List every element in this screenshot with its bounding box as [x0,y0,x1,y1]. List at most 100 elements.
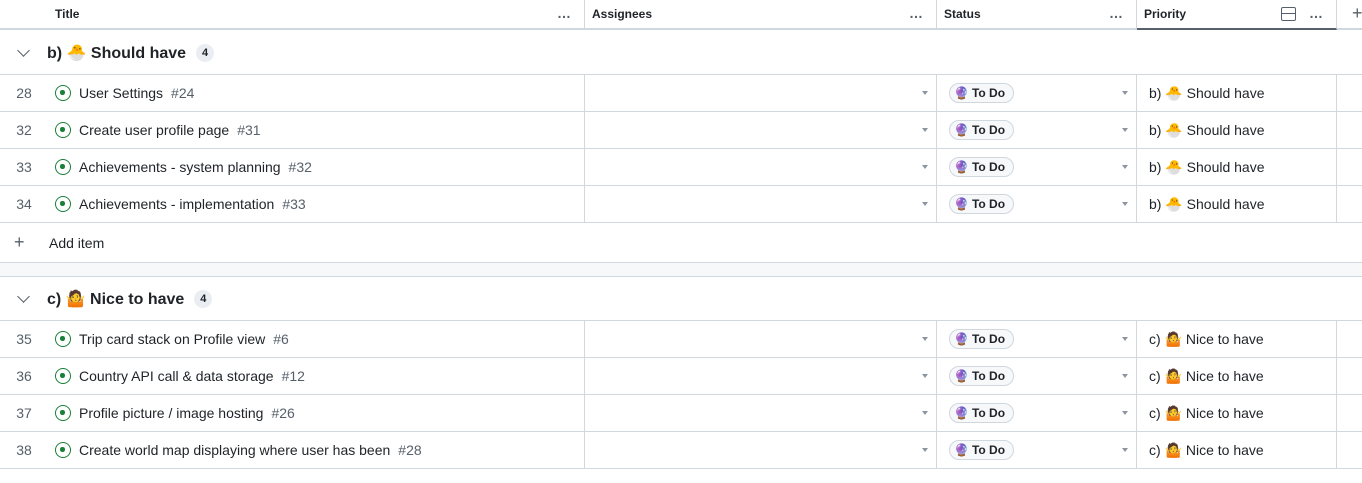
row-number: 36 [16,368,32,384]
add-column-icon[interactable]: + [1352,3,1362,24]
title-cell[interactable]: User Settings #24 [48,75,585,111]
assignees-cell[interactable] [585,432,937,468]
issue-number[interactable]: #6 [273,331,289,347]
column-menu-icon[interactable]: … [909,5,924,21]
dropdown-caret-icon[interactable] [922,202,928,206]
status-cell[interactable]: 🔮 To Do [937,112,1137,148]
column-menu-icon[interactable]: … [1309,5,1324,21]
status-cell[interactable]: 🔮 To Do [937,149,1137,185]
issue-number[interactable]: #31 [237,122,260,138]
table-row[interactable]: 32 Create user profile page #31 🔮 To Do b)… [0,112,1362,149]
priority-cell[interactable]: c) 🤷 Nice to have [1137,395,1337,431]
add-item-row[interactable]: + Add item [0,223,1362,263]
priority-cell[interactable]: b) 🐣 Should have [1137,186,1337,222]
priority-label: b) 🐣 Should have [1149,121,1265,138]
title-cell[interactable]: Trip card stack on Profile view #6 [48,321,585,357]
add-item-button[interactable]: Add item [49,235,104,251]
column-header-priority[interactable]: Priority … [1137,0,1337,30]
title-cell[interactable]: Create user profile page #31 [48,112,585,148]
assignees-cell[interactable] [585,75,937,111]
chevron-down-icon[interactable] [17,44,30,57]
priority-cell[interactable]: b) 🐣 Should have [1137,149,1337,185]
priority-label: c) 🤷 Nice to have [1149,330,1264,347]
dropdown-caret-icon[interactable] [922,411,928,415]
table-row[interactable]: 33 Achievements - system planning #32 🔮 To… [0,149,1362,186]
assignees-cell[interactable] [585,186,937,222]
status-cell[interactable]: 🔮 To Do [937,186,1137,222]
issue-number[interactable]: #12 [282,368,305,384]
priority-cell[interactable]: b) 🐣 Should have [1137,112,1337,148]
status-cell[interactable]: 🔮 To Do [937,75,1137,111]
column-header-title[interactable]: Title … [48,0,585,28]
crystal-ball-icon: 🔮 [954,332,969,346]
group-header-nice-to-have[interactable]: c) 🤷 Nice to have 4 [0,277,1362,321]
table-row[interactable]: 36 Country API call & data storage #12 🔮 T… [0,358,1362,395]
issue-number[interactable]: #24 [171,85,194,101]
group-by-icon[interactable] [1281,7,1296,21]
table-row[interactable]: 34 Achievements - implementation #33 🔮 To … [0,186,1362,223]
table-row[interactable]: 28 User Settings #24 🔮 To Do b) 🐣 Should h… [0,75,1362,112]
issue-title[interactable]: Profile picture / image hosting [79,405,263,421]
issue-title[interactable]: Trip card stack on Profile view [79,331,265,347]
title-cell[interactable]: Achievements - implementation #33 [48,186,585,222]
assignees-cell[interactable] [585,112,937,148]
title-cell[interactable]: Profile picture / image hosting #26 [48,395,585,431]
title-cell[interactable]: Achievements - system planning #32 [48,149,585,185]
dropdown-caret-icon[interactable] [1122,374,1128,378]
table-row[interactable]: 38 Create world map displaying where use… [0,432,1362,469]
title-cell[interactable]: Country API call & data storage #12 [48,358,585,394]
issue-title[interactable]: User Settings [79,85,163,101]
dropdown-caret-icon[interactable] [1122,448,1128,452]
dropdown-caret-icon[interactable] [922,128,928,132]
priority-cell[interactable]: c) 🤷 Nice to have [1137,432,1337,468]
assignees-cell[interactable] [585,358,937,394]
issue-opened-icon [55,368,71,384]
group-count-badge: 4 [196,43,215,62]
dropdown-caret-icon[interactable] [1122,411,1128,415]
issue-number[interactable]: #28 [398,442,421,458]
dropdown-caret-icon[interactable] [1122,202,1128,206]
issue-opened-icon [55,331,71,347]
issue-title[interactable]: Create user profile page [79,122,229,138]
dropdown-caret-icon[interactable] [1122,165,1128,169]
issue-title[interactable]: Create world map displaying where user h… [79,442,390,458]
status-cell[interactable]: 🔮 To Do [937,395,1137,431]
status-cell[interactable]: 🔮 To Do [937,432,1137,468]
dropdown-caret-icon[interactable] [922,337,928,341]
issue-title[interactable]: Achievements - implementation [79,196,274,212]
dropdown-caret-icon[interactable] [1122,337,1128,341]
status-badge: 🔮 To Do [949,83,1015,103]
priority-cell[interactable]: c) 🤷 Nice to have [1137,358,1337,394]
issue-number[interactable]: #26 [271,405,294,421]
priority-cell[interactable]: c) 🤷 Nice to have [1137,321,1337,357]
assignees-cell[interactable] [585,149,937,185]
table-row[interactable]: 35 Trip card stack on Profile view #6 🔮 To… [0,321,1362,358]
assignees-cell[interactable] [585,321,937,357]
issue-title[interactable]: Achievements - system planning [79,159,281,175]
assignees-cell[interactable] [585,395,937,431]
plus-icon[interactable]: + [14,232,25,253]
issue-title[interactable]: Country API call & data storage [79,368,274,384]
table-row[interactable]: 37 Profile picture / image hosting #26 🔮 T… [0,395,1362,432]
group-header-should-have[interactable]: b) 🐣 Should have 4 [0,31,1362,75]
issue-number[interactable]: #33 [282,196,305,212]
column-menu-icon[interactable]: … [557,5,572,21]
dropdown-caret-icon[interactable] [922,165,928,169]
status-cell[interactable]: 🔮 To Do [937,358,1137,394]
status-cell[interactable]: 🔮 To Do [937,321,1137,357]
priority-cell[interactable]: b) 🐣 Should have [1137,75,1337,111]
dropdown-caret-icon[interactable] [1122,128,1128,132]
dropdown-caret-icon[interactable] [922,448,928,452]
status-badge: 🔮 To Do [949,329,1015,349]
status-badge: 🔮 To Do [949,120,1015,140]
column-menu-icon[interactable]: … [1109,5,1124,21]
title-cell[interactable]: Create world map displaying where user h… [48,432,585,468]
chevron-down-icon[interactable] [17,290,30,303]
dropdown-caret-icon[interactable] [922,91,928,95]
column-header-status[interactable]: Status … [937,0,1137,28]
issue-number[interactable]: #32 [289,159,312,175]
status-label: To Do [971,160,1006,174]
dropdown-caret-icon[interactable] [922,374,928,378]
column-header-assignees[interactable]: Assignees … [585,0,937,28]
dropdown-caret-icon[interactable] [1122,91,1128,95]
